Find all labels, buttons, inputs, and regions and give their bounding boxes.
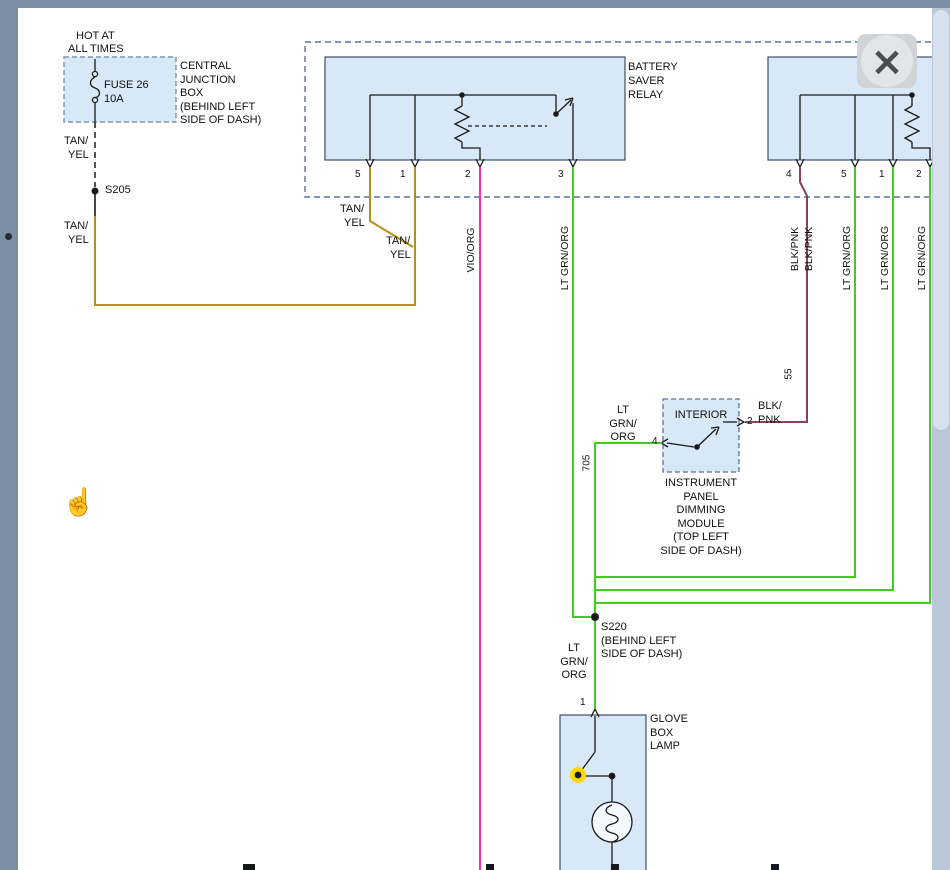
dimming-module-caption: INSTRUMENT PANEL DIMMING MODULE (TOP LEF…	[650, 477, 752, 558]
scrollbar-track[interactable]	[932, 8, 950, 870]
wire-label-tan-yel-2: TAN/ YEL	[64, 220, 89, 247]
wire-label-lt-grn-org-a: LT GRN/ORG	[841, 226, 853, 290]
glove-switch-dot	[575, 772, 582, 779]
cutoff-ticks	[243, 864, 779, 870]
wire-label-blk-pnk-2: BLK/PNK	[803, 227, 815, 271]
glove-box-lamp-label: GLOVE BOX LAMP	[650, 713, 688, 754]
central-junction-box-label: CENTRAL JUNCTION BOX (BEHIND LEFT SIDE O…	[180, 60, 261, 128]
relay-pin-5: 5	[355, 168, 361, 182]
hand-cursor-icon: ☝	[62, 486, 96, 518]
relay-pin-2: 2	[465, 168, 471, 182]
wire-label-blk-pnk-dimmer: BLK/ PNK	[758, 400, 782, 427]
relay-right-coil-dot	[909, 92, 915, 98]
interior-label: INTERIOR	[663, 409, 739, 423]
glove-lamp-dot	[609, 773, 616, 780]
dimmer-switch-pivot-dot	[694, 444, 700, 450]
wire-lt-grn-org-pin3	[573, 167, 593, 617]
s220-label: S220 (BEHIND LEFT SIDE OF DASH)	[601, 621, 682, 662]
wire-label-lt-grn-org-c: LT GRN/ORG	[916, 226, 928, 290]
fuse-name: FUSE 26	[104, 79, 149, 93]
frame-left-dot	[5, 233, 12, 240]
hot-at-label-line1: HOT AT	[76, 30, 115, 44]
wire-label-lt-grn-org-glove: LT GRN/ ORG	[552, 642, 596, 683]
hot-at-label-line2: ALL TIMES	[68, 43, 124, 57]
wire-blk-pnk	[745, 167, 807, 422]
close-icon[interactable]: ×	[870, 39, 904, 85]
relay-right-pin-4: 4	[786, 168, 792, 182]
glove-box-lamp-box	[560, 715, 646, 870]
circuit-705-label: 705	[582, 455, 593, 472]
dimmer-pin-4: 4	[652, 435, 658, 449]
frame-left	[0, 0, 18, 870]
s205-label: S205	[105, 184, 131, 198]
circuit-55-label: 55	[784, 368, 795, 379]
close-button[interactable]: ×	[857, 34, 917, 88]
wire-label-vio-org: VIO/ORG	[465, 228, 477, 273]
fuse-rating: 10A	[104, 93, 124, 107]
relay-pin-1: 1	[400, 168, 406, 182]
wiring-diagram-viewer: × HOT AT ALL TIMES FUSE 26 10A CENTRAL J…	[0, 0, 950, 870]
relay-right-pin-1: 1	[879, 168, 885, 182]
scrollbar-thumb[interactable]	[933, 10, 949, 430]
wire-tan-yel-main	[95, 167, 415, 305]
wire-label-lt-grn-org-pin3: LT GRN/ORG	[559, 226, 571, 290]
relay-switch-pivot-dot	[553, 111, 559, 117]
relay-right-pin-2: 2	[916, 168, 922, 182]
wire-label-tan-yel-1: TAN/ YEL	[64, 135, 89, 162]
frame-top	[0, 0, 950, 8]
dimmer-pin-2: 2	[747, 415, 753, 429]
relay-right-pin-5: 5	[841, 168, 847, 182]
wire-label-lt-grn-org-b: LT GRN/ORG	[879, 226, 891, 290]
s220-splice-dot	[591, 613, 599, 621]
glove-pin-1: 1	[580, 696, 586, 710]
wire-label-lt-grn-org-dimmer: LT GRN/ ORG	[600, 404, 646, 445]
relay-coil-dot	[459, 92, 465, 98]
wire-label-tan-yel-4: TAN/ YEL	[386, 235, 411, 262]
wire-label-tan-yel-3: TAN/ YEL	[340, 203, 365, 230]
wiring-diagram-canvas: ×	[0, 0, 950, 870]
battery-saver-relay-label: BATTERY SAVER RELAY	[628, 60, 678, 102]
relay-pin-3: 3	[558, 168, 564, 182]
wire-label-blk-pnk-1: BLK/PNK	[789, 227, 801, 271]
